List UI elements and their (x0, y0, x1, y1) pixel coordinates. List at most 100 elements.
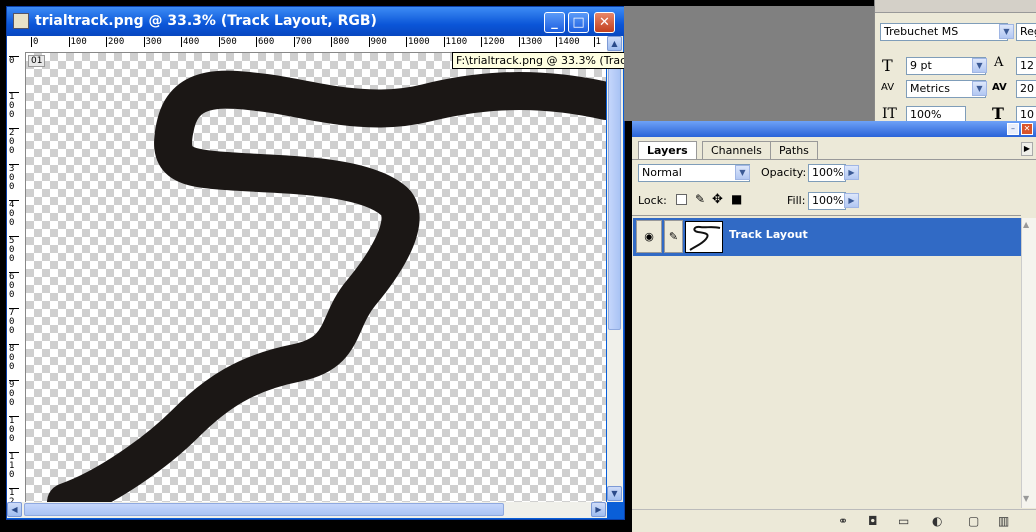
leading-field[interactable]: 12 (1016, 57, 1036, 75)
controls-separator (632, 215, 1021, 216)
tab-paths[interactable]: Paths (770, 141, 818, 160)
tracking-icon: AV (992, 82, 1007, 93)
ruler-h-label: 1 (593, 37, 601, 47)
character-panel-tabs (875, 0, 1036, 13)
lock-label: Lock: (638, 194, 667, 207)
ruler-h-label: 1400 (556, 37, 580, 47)
layers-bottom-toolbar: ⚭ ◘ ▭ ◐ ▢ ▥ (632, 509, 1036, 532)
panel-minimize-button[interactable]: – (1007, 123, 1019, 135)
vertical-scrollbar[interactable]: ▲ ▼ (607, 36, 623, 502)
opacity-label: Opacity: (761, 166, 807, 179)
layers-scroll-down-button[interactable]: ▼ (1023, 494, 1029, 503)
ruler-v-label: 110 (9, 452, 19, 480)
new-adjustment-layer-icon[interactable]: ◐ (932, 514, 942, 528)
ruler-h-label: 800 (331, 37, 350, 47)
tracking-field[interactable]: 20 (1016, 80, 1036, 98)
scroll-down-button[interactable]: ▼ (607, 486, 622, 501)
layer-thumbnail-track-icon (689, 225, 721, 251)
layers-scroll-up-button[interactable]: ▲ (1023, 220, 1029, 229)
font-family-field[interactable]: Trebuchet MS (880, 23, 1008, 41)
layer-name[interactable]: Track Layout (729, 228, 808, 241)
vertical-ruler: 0 100 200 300 400 500 600 700 800 900 100 110 12 (7, 52, 26, 502)
link-layers-icon[interactable]: ⚭ (838, 514, 848, 528)
brush-link-icon[interactable]: ✎ (664, 220, 683, 253)
ruler-h-label: 1200 (481, 37, 505, 47)
ruler-h-label: 700 (293, 37, 312, 47)
font-style-field[interactable]: Reg (1016, 23, 1036, 41)
document-title: trialtrack.png @ 33.3% (Track Layout, RG… (35, 13, 377, 29)
ruler-h-label: 900 (368, 37, 387, 47)
ruler-v-label: 200 (9, 128, 19, 156)
layers-panel-titlebar[interactable]: – ✕ (632, 121, 1036, 137)
tab-separator (632, 159, 1036, 160)
horizontal-scrollbar[interactable]: ◀ ▶ (7, 502, 607, 518)
document-titlebar[interactable]: trialtrack.png @ 33.3% (Track Layout, RG… (7, 7, 624, 36)
kerning-icon: AV (881, 82, 895, 93)
scroll-up-button[interactable]: ▲ (607, 36, 622, 51)
tab-channels[interactable]: Channels (702, 141, 771, 160)
layer-thumbnail[interactable] (685, 221, 723, 253)
ruler-v-label: 900 (9, 380, 19, 408)
ruler-v-label: 700 (9, 308, 19, 336)
panel-close-button[interactable]: ✕ (1021, 123, 1033, 135)
ruler-v-label: 12 (9, 488, 19, 502)
ruler-h-label: 1300 (518, 37, 543, 47)
ruler-h-label: 0 (31, 37, 39, 47)
ruler-v-label: 600 (9, 272, 19, 300)
ruler-v-label: 100 (9, 92, 19, 120)
opacity-slider-button[interactable]: ▶ (844, 165, 859, 180)
font-family-dropdown[interactable]: ▼ (999, 24, 1014, 39)
fill-slider-button[interactable]: ▶ (844, 193, 859, 208)
ruler-v-label: 100 (9, 416, 19, 444)
fill-field[interactable]: 100% (808, 192, 846, 210)
lock-all-icon[interactable]: ■ (731, 192, 742, 206)
character-panel: Trebuchet MS ▼ Reg T 9 pt ▼ A 12 AV Metr… (874, 0, 1036, 124)
ruler-h-label: 100 (68, 37, 87, 47)
ruler-v-label: 800 (9, 344, 19, 372)
horizontal-scroll-thumb[interactable] (24, 503, 504, 516)
add-mask-icon[interactable]: ▭ (898, 514, 909, 528)
close-button[interactable]: ✕ (594, 12, 615, 33)
new-layer-icon[interactable]: ▢ (968, 514, 979, 528)
ruler-v-label: 400 (9, 200, 19, 228)
layers-panel: – ✕ Layers Channels Paths ▶ Normal ▼ Opa… (632, 121, 1036, 532)
image-canvas[interactable]: 01 (26, 53, 606, 502)
scroll-right-button[interactable]: ▶ (591, 502, 606, 517)
vertical-scroll-thumb[interactable] (608, 54, 621, 330)
lock-transparency-icon[interactable] (676, 194, 687, 205)
blend-mode-dropdown[interactable]: ▼ (735, 165, 750, 180)
tab-layers[interactable]: Layers (638, 141, 697, 160)
ruler-h-label: 600 (256, 37, 275, 47)
track-shape (47, 70, 606, 502)
horizontal-ruler: 0 100 200 300 400 500 600 700 800 900 1000 1100 1200… (7, 36, 607, 53)
document-window: trialtrack.png @ 33.3% (Track Layout, RG… (6, 6, 625, 520)
layers-scrollbar[interactable]: ▲ ▼ (1021, 218, 1036, 508)
ruler-h-label: 200 (106, 37, 125, 47)
ruler-v-label: 500 (9, 236, 19, 264)
font-size-dropdown[interactable]: ▼ (972, 58, 987, 73)
ruler-h-label: 500 (218, 37, 237, 47)
fill-label: Fill: (787, 194, 806, 207)
visibility-eye-icon[interactable]: ◉ (636, 220, 662, 253)
leading-icon: A (994, 55, 1004, 70)
delete-layer-icon[interactable]: ▥ (998, 514, 1009, 528)
lock-position-icon[interactable]: ✥ (712, 192, 723, 207)
ruler-h-label: 1100 (443, 37, 468, 47)
scroll-left-button[interactable]: ◀ (7, 502, 22, 517)
photoshop-doc-icon (13, 13, 29, 29)
blend-mode-field[interactable]: Normal (638, 164, 750, 182)
ruler-h-label: 400 (181, 37, 200, 47)
font-size-icon: T (882, 56, 893, 75)
add-layer-style-icon[interactable]: ◘ (868, 514, 878, 528)
opacity-field[interactable]: 100% (808, 164, 846, 182)
vertical-scale-icon: IT (882, 106, 897, 122)
panel-menu-button[interactable]: ▶ (1021, 142, 1033, 156)
kerning-dropdown[interactable]: ▼ (972, 81, 987, 96)
ruler-h-label: 300 (143, 37, 162, 47)
lock-image-icon[interactable]: ✎ (695, 192, 705, 206)
ruler-v-label: 300 (9, 164, 19, 192)
maximize-button[interactable]: □ (568, 12, 589, 33)
ruler-v-label: 0 (9, 56, 19, 66)
minimize-button[interactable]: _ (544, 12, 565, 33)
layer-row-track-layout[interactable]: ◉ ✎ Track Layout (633, 218, 1021, 256)
